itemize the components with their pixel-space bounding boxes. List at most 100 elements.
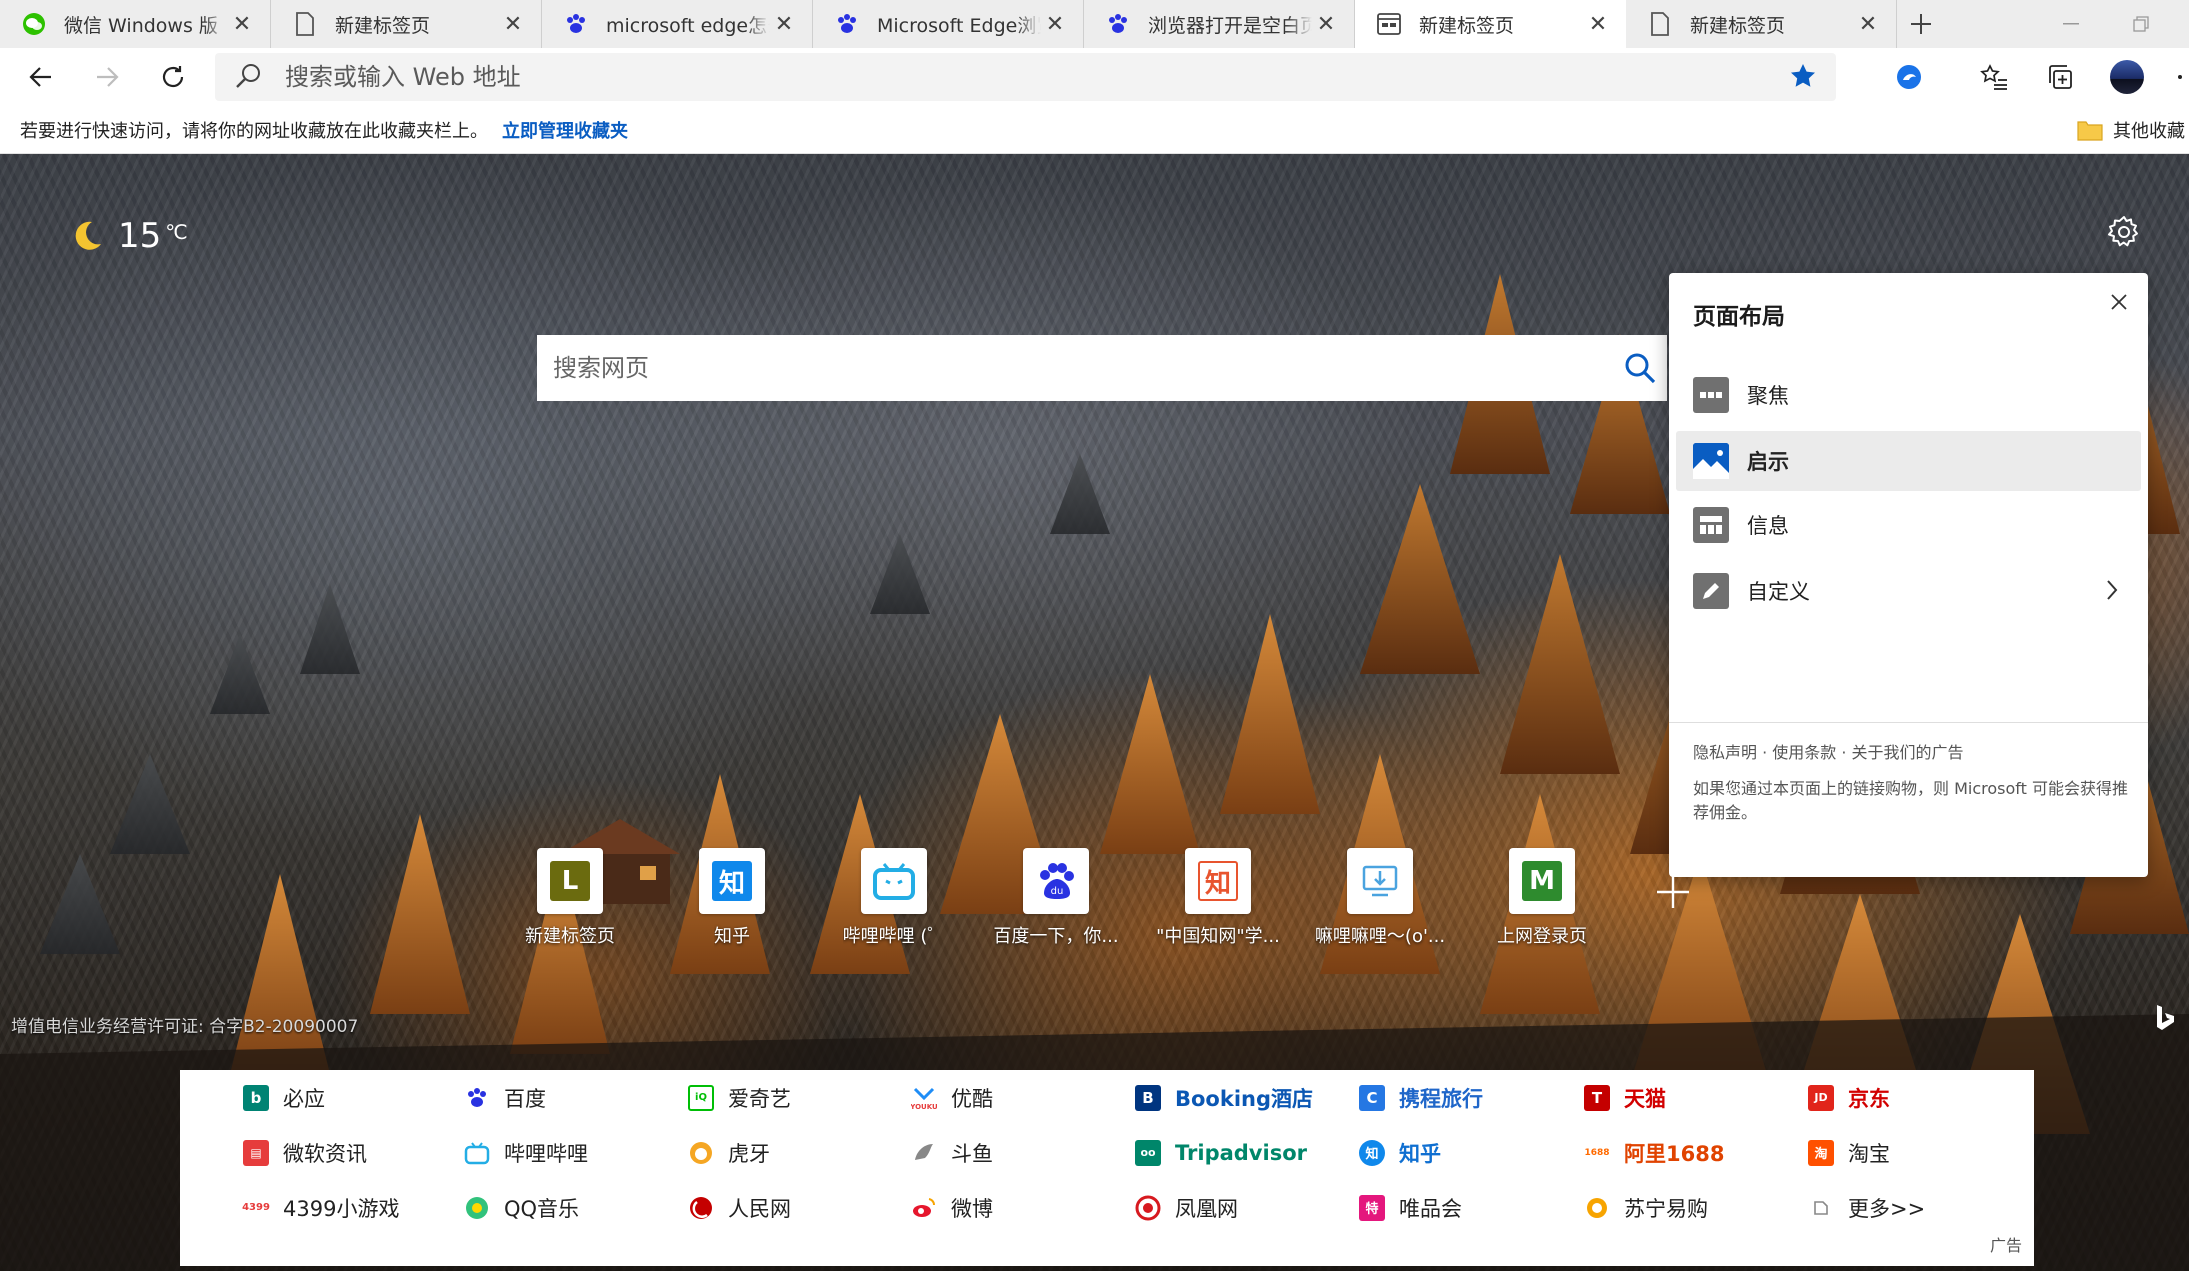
close-icon[interactable]: ✕ (1041, 10, 1069, 38)
site-link[interactable]: 特 唯品会 (1359, 1180, 1462, 1235)
close-icon[interactable]: ✕ (228, 10, 256, 38)
layout-option-custom[interactable]: 自定义 (1676, 561, 2141, 621)
collapse-button[interactable] (1713, 782, 1743, 812)
layout-option-focused[interactable]: 聚焦 (1676, 365, 2141, 425)
site-link[interactable]: 哔哩哔哩 (464, 1125, 588, 1180)
zhihu-icon: 知 (712, 861, 752, 901)
booking-icon: B (1135, 1084, 1161, 1111)
newtab-page-icon (1377, 12, 1401, 36)
site-link[interactable]: 微博 (911, 1180, 993, 1235)
site-link[interactable]: 凤凰网 (1135, 1180, 1238, 1235)
wechat-icon (22, 12, 46, 36)
address-bar[interactable] (215, 53, 1836, 101)
weather-widget[interactable]: 15 ℃ (70, 216, 188, 256)
site-link[interactable]: T 天猫 (1584, 1070, 1666, 1125)
favorite-star-icon[interactable] (1788, 61, 1818, 95)
tab-newtab-1[interactable]: 新建标签页 ✕ (271, 0, 542, 48)
quick-link-tile[interactable] (1347, 848, 1413, 914)
web-search-input[interactable] (553, 354, 1553, 382)
temperature: 15 (118, 216, 162, 256)
close-icon[interactable]: ✕ (499, 10, 527, 38)
favorites-button[interactable] (1974, 57, 2014, 97)
suning-icon (1584, 1195, 1610, 1221)
tab-wechat[interactable]: 微信 Windows 版 ✕ (0, 0, 271, 48)
close-panel-button[interactable] (2104, 287, 2134, 317)
site-link-label: 爱奇艺 (728, 1086, 791, 1111)
tab-baidu-1[interactable]: microsoft edge怎么改 ✕ (542, 0, 813, 48)
more-menu-button[interactable] (2165, 57, 2189, 97)
site-link[interactable]: 苏宁易购 (1584, 1180, 1708, 1235)
site-link[interactable]: 知 知乎 (1359, 1125, 1441, 1180)
manage-favorites-link[interactable]: 立即管理收藏夹 (502, 117, 628, 143)
site-link[interactable]: 淘 淘宝 (1808, 1125, 1890, 1180)
page-settings-button[interactable] (2106, 214, 2142, 250)
legal-links[interactable]: 隐私声明 · 使用条款 · 关于我们的广告 (1693, 739, 1964, 763)
layout-option-informational[interactable]: 信息 (1676, 495, 2141, 555)
site-link[interactable]: iQ 爱奇艺 (688, 1070, 791, 1125)
tab-title: 新建标签页 (335, 14, 431, 37)
focused-layout-icon (1693, 377, 1729, 413)
site-link[interactable]: JD 京东 (1808, 1070, 1890, 1125)
quick-link-tile[interactable]: L (537, 848, 603, 914)
add-quick-link-button[interactable] (1651, 870, 1695, 914)
site-link[interactable]: YOUKU 优酷 (911, 1070, 993, 1125)
quick-link-tile[interactable]: M (1509, 848, 1575, 914)
bing-logo-icon[interactable] (2150, 1002, 2180, 1032)
profile-button[interactable] (2107, 57, 2147, 97)
back-button[interactable] (8, 48, 74, 106)
site-link[interactable]: 更多>> (1808, 1180, 1925, 1235)
quick-link[interactable]: 知 "中国知网"学... (1137, 848, 1299, 948)
site-link[interactable]: 1688 阿里1688 (1584, 1125, 1724, 1180)
address-input[interactable] (285, 63, 1685, 91)
iqiyi-icon: iQ (688, 1084, 714, 1111)
site-link[interactable]: b 必应 (243, 1070, 325, 1125)
ctrip-icon: C (1359, 1084, 1385, 1111)
web-search-box[interactable] (537, 335, 1667, 401)
site-link[interactable]: 百度 (464, 1070, 546, 1125)
quick-link[interactable]: 哔哩哔哩 (゜ (813, 848, 975, 948)
tab-baidu-3[interactable]: 浏览器打开是空白页a ✕ (1084, 0, 1355, 48)
site-link-label: 阿里1688 (1624, 1141, 1725, 1166)
vipshop-icon: 特 (1359, 1194, 1385, 1221)
refresh-button[interactable] (140, 48, 206, 106)
site-link[interactable]: ▤ 微软资讯 (243, 1125, 367, 1180)
quick-link-tile[interactable] (861, 848, 927, 914)
close-icon[interactable]: ✕ (1854, 10, 1882, 38)
search-icon[interactable] (1623, 351, 1657, 389)
tab-newtab-active[interactable]: 新建标签页 ✕ (1355, 0, 1626, 48)
refresh-icon (162, 66, 184, 88)
collections-button[interactable] (2040, 57, 2080, 97)
site-link[interactable]: 人民网 (688, 1180, 791, 1235)
site-link[interactable]: C 携程旅行 (1359, 1070, 1483, 1125)
close-icon[interactable]: ✕ (1584, 10, 1612, 38)
quick-link[interactable]: M 上网登录页 (1461, 848, 1623, 948)
minimize-button[interactable] (2036, 0, 2106, 48)
tab-newtab-2[interactable]: 新建标签页 ✕ (1626, 0, 1897, 48)
site-link[interactable]: 斗鱼 (911, 1125, 993, 1180)
new-tab-button[interactable] (1897, 0, 1945, 48)
quick-link[interactable]: 嘛哩嘛哩～(o'... (1299, 848, 1461, 948)
site-link[interactable]: 4399 4399小游戏 (242, 1180, 399, 1235)
site-link[interactable]: B Booking酒店 (1135, 1070, 1313, 1125)
close-icon[interactable]: ✕ (770, 10, 798, 38)
quick-link-label: 新建标签页 (525, 926, 615, 947)
other-favorites-button[interactable]: 其他收藏 (2077, 106, 2189, 154)
quick-link-tile[interactable]: 知 (699, 848, 765, 914)
site-link[interactable]: oo Tripadvisor (1135, 1125, 1307, 1180)
quick-link[interactable]: L 新建标签页 (489, 848, 651, 948)
tab-baidu-2[interactable]: Microsoft Edge浏览器 ✕ (813, 0, 1084, 48)
layout-option-inspirational[interactable]: 启示 (1676, 431, 2141, 491)
quick-link[interactable]: 知 知乎 (651, 848, 813, 948)
extension-button[interactable] (1889, 57, 1929, 97)
favorites-hint: 若要进行快速访问，请将你的网址收藏放在此收藏夹栏上。 (20, 120, 488, 142)
quick-link-tile[interactable]: 知 (1185, 848, 1251, 914)
chevron-right-icon (2105, 577, 2119, 608)
quick-link-tile[interactable]: du (1023, 848, 1089, 914)
forward-button[interactable] (74, 48, 140, 106)
restore-button[interactable] (2106, 0, 2176, 48)
site-link[interactable]: QQ音乐 (464, 1180, 579, 1235)
minimize-icon (2063, 23, 2079, 25)
close-icon[interactable]: ✕ (1312, 10, 1340, 38)
site-link[interactable]: 虎牙 (688, 1125, 770, 1180)
quick-link[interactable]: du 百度一下，你... (975, 848, 1137, 948)
